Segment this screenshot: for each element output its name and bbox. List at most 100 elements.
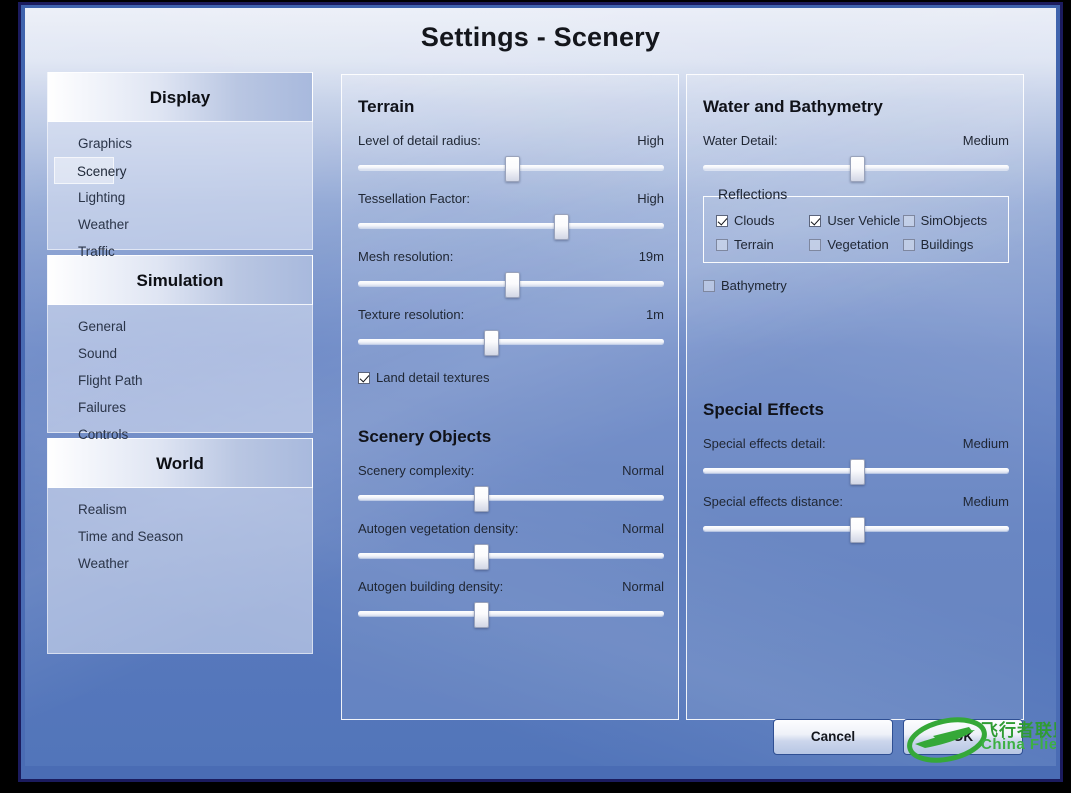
slider-thumb[interactable]: [553, 214, 569, 240]
slider-value-mesh-resolution: 19m: [638, 249, 664, 264]
sidebar-item-general[interactable]: General: [54, 313, 306, 340]
slider-group-special-effects-detail: Special effects detail: Medium: [703, 436, 1009, 485]
checkbox-icon[interactable]: [703, 279, 715, 292]
checkbox-icon[interactable]: [809, 238, 822, 251]
slider-lod[interactable]: [358, 156, 664, 182]
slider-label-autogen-building: Autogen building density:: [358, 579, 504, 594]
sidebar-list-simulation: General Sound Flight Path Failures Contr…: [47, 305, 313, 442]
sidebar-list-world: Realism Time and Season Weather: [47, 488, 313, 654]
checkbox-clouds[interactable]: Clouds: [716, 213, 809, 228]
slider-special-effects-detail[interactable]: [703, 459, 1009, 485]
slider-mesh-resolution[interactable]: [358, 272, 664, 298]
page-title: Settings - Scenery: [420, 22, 661, 52]
checkbox-label: Vegetation: [827, 237, 889, 252]
sidebar-item-weather-world[interactable]: Weather: [54, 550, 306, 577]
slider-thumb[interactable]: [474, 544, 490, 570]
sidebar-item-time-and-season[interactable]: Time and Season: [54, 523, 306, 550]
slider-thumb[interactable]: [850, 459, 865, 485]
sidebar-group-header-display: Display: [47, 72, 313, 122]
slider-group-special-effects-distance: Special effects distance: Medium: [703, 494, 1009, 543]
slider-thumb[interactable]: [505, 272, 520, 298]
slider-water-detail[interactable]: [703, 156, 1009, 182]
checkbox-icon[interactable]: [716, 238, 728, 251]
checkbox-label: Bathymetry: [721, 278, 787, 293]
slider-value-texture-resolution: 1m: [645, 307, 664, 322]
sidebar-item-graphics[interactable]: Graphics: [54, 130, 306, 157]
checkbox-icon[interactable]: [902, 214, 915, 227]
sidebar: Display Graphics Scenery Lighting Weathe…: [47, 72, 313, 659]
slider-value-autogen-building: Normal: [622, 579, 664, 594]
checkbox-buildings[interactable]: Buildings: [902, 237, 996, 252]
checkbox-terrain[interactable]: Terrain: [716, 237, 809, 252]
checkbox-icon[interactable]: [716, 214, 728, 227]
sidebar-group-display: Display Graphics Scenery Lighting Weathe…: [47, 72, 313, 259]
water-panel: Water and Bathymetry Water Detail: Mediu…: [686, 74, 1024, 720]
slider-thumb[interactable]: [850, 156, 865, 182]
sidebar-item-lighting[interactable]: Lighting: [54, 184, 306, 211]
slider-thumb[interactable]: [505, 156, 520, 182]
sidebar-group-world: World Realism Time and Season Weather: [47, 438, 313, 654]
slider-track: [358, 553, 664, 558]
terrain-section-title: Terrain: [358, 97, 415, 116]
checkbox-label: Terrain: [734, 237, 774, 252]
slider-value-scenery-complexity: Normal: [622, 463, 664, 478]
settings-window: Settings - Scenery Display Graphics Scen…: [25, 8, 1056, 766]
slider-group-lod: Level of detail radius: High: [358, 133, 664, 182]
terrain-panel: Terrain Level of detail radius: High Tes…: [341, 74, 679, 720]
slider-group-autogen-vegetation: Autogen vegetation density: Normal: [358, 521, 664, 570]
slider-track: [358, 339, 664, 344]
cancel-button[interactable]: Cancel: [773, 719, 893, 755]
reflections-groupbox: Reflections Clouds User Vehicle SimObjec…: [703, 186, 1009, 263]
slider-thumb[interactable]: [483, 330, 499, 356]
slider-autogen-vegetation[interactable]: [358, 544, 664, 570]
slider-value-lod: High: [637, 133, 664, 148]
slider-label-special-effects-distance: Special effects distance:: [703, 494, 843, 509]
slider-track: [358, 611, 664, 616]
slider-thumb[interactable]: [850, 517, 865, 543]
slider-value-special-effects-detail: Medium: [962, 436, 1009, 451]
slider-label-texture-resolution: Texture resolution:: [358, 307, 465, 322]
sidebar-item-flight-path[interactable]: Flight Path: [54, 367, 306, 394]
checkbox-bathymetry[interactable]: Bathymetry: [703, 278, 1009, 293]
checkbox-user-vehicle[interactable]: User Vehicle: [809, 213, 902, 228]
slider-value-autogen-vegetation: Normal: [622, 521, 664, 536]
water-section-title: Water and Bathymetry: [703, 97, 883, 116]
slider-label-tessellation: Tessellation Factor:: [358, 191, 470, 206]
sidebar-item-weather[interactable]: Weather: [54, 211, 306, 238]
slider-thumb[interactable]: [474, 602, 490, 628]
checkbox-label: Clouds: [734, 213, 775, 228]
slider-value-tessellation: High: [637, 191, 664, 206]
checkbox-icon[interactable]: [902, 238, 915, 251]
checkbox-vegetation[interactable]: Vegetation: [809, 237, 902, 252]
slider-group-texture-resolution: Texture resolution: 1m: [358, 307, 664, 356]
checkbox-label: SimObjects: [920, 213, 988, 228]
screen: Settings - Scenery Display Graphics Scen…: [0, 0, 1071, 793]
checkbox-simobjects[interactable]: SimObjects: [902, 213, 996, 228]
checkbox-icon[interactable]: [358, 371, 370, 384]
sidebar-item-realism[interactable]: Realism: [54, 496, 306, 523]
ok-button[interactable]: OK: [903, 719, 1023, 755]
slider-label-water-detail: Water Detail:: [703, 133, 778, 148]
checkbox-land-detail-textures[interactable]: Land detail textures: [358, 370, 664, 385]
slider-group-scenery-complexity: Scenery complexity: Normal: [358, 463, 664, 512]
slider-track: [358, 223, 664, 228]
slider-texture-resolution[interactable]: [358, 330, 664, 356]
sidebar-list-display: Graphics Scenery Lighting Weather Traffi…: [47, 122, 313, 259]
sidebar-item-failures[interactable]: Failures: [54, 394, 306, 421]
sidebar-group-simulation: Simulation General Sound Flight Path Fai…: [47, 255, 313, 442]
sidebar-item-sound[interactable]: Sound: [54, 340, 306, 367]
slider-autogen-building[interactable]: [358, 602, 664, 628]
slider-scenery-complexity[interactable]: [358, 486, 664, 512]
slider-track: [358, 495, 664, 500]
checkbox-label: User Vehicle: [827, 213, 901, 228]
checkbox-icon[interactable]: [809, 214, 822, 227]
slider-group-tessellation: Tessellation Factor: High: [358, 191, 664, 240]
special-effects-section-title: Special Effects: [703, 400, 824, 419]
scenery-objects-section-title: Scenery Objects: [358, 427, 492, 446]
slider-tessellation[interactable]: [358, 214, 664, 240]
slider-label-lod: Level of detail radius:: [358, 133, 481, 148]
slider-thumb[interactable]: [474, 486, 490, 512]
sidebar-item-scenery[interactable]: Scenery: [54, 157, 127, 184]
slider-label-scenery-complexity: Scenery complexity:: [358, 463, 475, 478]
slider-special-effects-distance[interactable]: [703, 517, 1009, 543]
